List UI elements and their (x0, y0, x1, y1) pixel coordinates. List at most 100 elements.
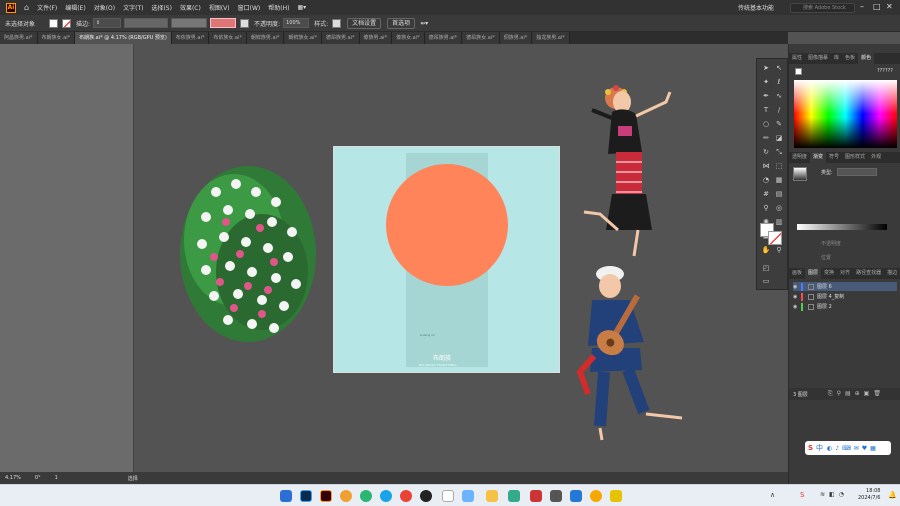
tab-document[interactable]: 朝鲜族男.ai* (246, 32, 285, 44)
tab-transform[interactable]: 变换 (821, 268, 837, 279)
tab-image-trace[interactable]: 图像描摹 (805, 53, 831, 64)
graph-tool-icon[interactable]: ▥ (774, 217, 784, 227)
clock[interactable]: 18:08 2024/7/6 (858, 488, 880, 502)
variable-width-field[interactable] (124, 18, 169, 28)
rotate-tool-icon[interactable]: ↻ (761, 147, 771, 157)
app-icon[interactable] (590, 490, 602, 502)
stroke-color-box[interactable] (768, 231, 782, 245)
tab-document[interactable]: 德昂族男.ai* (424, 32, 463, 44)
tab-layers[interactable]: 图层 (805, 268, 822, 279)
layer-name[interactable]: 图层 6 (817, 283, 832, 290)
male-musician-illustration[interactable] (570, 262, 694, 446)
tab-document[interactable]: 阿昌族男.ai* (0, 32, 38, 44)
screen-mode-icon[interactable]: ▭ (761, 276, 771, 286)
app-icon[interactable] (530, 490, 542, 502)
sogou-icon[interactable]: S (808, 444, 813, 452)
tab-properties[interactable]: 属性 (789, 53, 805, 64)
app-icon[interactable] (508, 490, 520, 502)
type-tool-icon[interactable]: T (761, 105, 771, 115)
paintbrush-icon[interactable]: ✎ (774, 119, 784, 129)
notification-icon[interactable]: 🔔 (888, 491, 897, 499)
tab-artboards[interactable]: 画板 (789, 268, 805, 279)
tab-document[interactable]: 独龙族男.ai* (532, 32, 570, 44)
align-icon[interactable]: ⇹▾ (420, 20, 428, 27)
menu-view[interactable]: 视图(V) (209, 3, 230, 12)
hand-tool-icon[interactable]: ✋ (761, 245, 771, 255)
blend-tool-icon[interactable]: ◎ (774, 203, 784, 213)
brush-field[interactable] (171, 18, 208, 28)
direct-selection-tool-icon[interactable]: ↖ (774, 63, 784, 73)
layer-name[interactable]: 图层 2 (817, 303, 832, 310)
tab-document[interactable]: 布依族女.ai* (209, 32, 247, 44)
menu-type[interactable]: 文字(T) (123, 3, 143, 12)
page-field[interactable]: 1 (55, 475, 58, 481)
tab-transparency[interactable]: 透明度 (789, 152, 810, 163)
width-tool-icon[interactable]: ⋈ (761, 161, 771, 171)
tab-swatches[interactable]: 色板 (842, 53, 858, 64)
tab-document[interactable]: 德昂族男.ai* (321, 32, 360, 44)
arrange-documents-icon[interactable]: ▦▾ (297, 4, 306, 11)
ellipse-tool-icon[interactable]: ○ (761, 119, 771, 129)
search-input[interactable]: 搜索 Adobe Stock (790, 3, 855, 13)
system-tray-icons[interactable]: ≋◧◔ (820, 491, 848, 498)
app-icon[interactable] (550, 490, 562, 502)
tray-chevron-icon[interactable]: ∧ (770, 491, 775, 499)
eyedropper-icon[interactable]: ⚲ (761, 203, 771, 213)
home-icon[interactable]: ⌂ (24, 3, 29, 12)
app-icon[interactable] (610, 490, 622, 502)
wechat-icon[interactable] (360, 490, 372, 502)
menu-select[interactable]: 选择(S) (151, 3, 172, 12)
menu-file[interactable]: 文件(F) (37, 3, 57, 12)
tab-document[interactable]: 德昂族女.ai* (462, 32, 500, 44)
mesh-tool-icon[interactable]: # (761, 189, 771, 199)
layer-name[interactable]: 图层 4_复制 (817, 293, 844, 300)
start-icon[interactable] (280, 490, 292, 502)
female-dancer-illustration[interactable] (578, 82, 682, 262)
tab-document-active[interactable]: 布朗族.ai* @ 4.17% (RGB/GPU 预览) (75, 32, 172, 44)
folder-icon[interactable] (486, 490, 498, 502)
zoom-field[interactable]: 4.17% (5, 475, 21, 481)
tab-symbols[interactable]: 符号 (826, 152, 842, 163)
flower-bouquet-illustration[interactable] (176, 162, 321, 344)
ime-mode[interactable]: 中 (816, 443, 823, 453)
perspective-grid-icon[interactable]: ▦ (774, 175, 784, 185)
color-fill-swatch[interactable] (795, 68, 802, 75)
selection-tool-icon[interactable]: ➤ (761, 63, 771, 73)
pen-tool-icon[interactable]: ✒ (761, 91, 771, 101)
opacity-field[interactable]: 100% (283, 18, 310, 28)
stroke-swatch[interactable] (62, 18, 72, 28)
minimize-icon[interactable]: – (860, 2, 864, 11)
curvature-tool-icon[interactable]: ∿ (774, 91, 784, 101)
app-icon[interactable] (340, 490, 352, 502)
close-icon[interactable]: ✕ (886, 2, 893, 11)
menu-help[interactable]: 帮助(H) (268, 3, 289, 12)
tab-gradient[interactable]: 渐变 (810, 152, 827, 163)
magic-wand-icon[interactable]: ✦ (761, 77, 771, 87)
visibility-eye-icon[interactable]: ◉ (793, 304, 801, 310)
artboard[interactable]: bulang zu 布朗族 BULANGZU TRADITIONAL (333, 146, 560, 373)
gradient-type-buttons[interactable] (837, 168, 877, 176)
color-hex-field[interactable]: ?????? (877, 68, 893, 74)
qq-icon[interactable] (420, 490, 432, 502)
menu-object[interactable]: 对象(O) (94, 3, 115, 12)
gradient-tool-icon[interactable]: ▤ (774, 189, 784, 199)
visibility-eye-icon[interactable]: ◉ (793, 284, 801, 290)
drawing-mode-icon[interactable]: ◰ (761, 263, 771, 273)
tab-document[interactable]: 傣族男.ai* (359, 32, 393, 44)
tab-document[interactable]: 布朗族女.ai* (37, 32, 76, 44)
gradient-slider[interactable] (797, 224, 887, 230)
ime-toolbar[interactable]: S 中 ◐♪⌨✉♥▦ (805, 441, 891, 455)
chrome-icon[interactable] (400, 490, 412, 502)
free-transform-icon[interactable]: ⬚ (774, 161, 784, 171)
layer-row[interactable]: ◉ 图层 4_复制 (793, 292, 897, 301)
tab-stroke[interactable]: 描边 (884, 268, 900, 279)
tab-document[interactable]: 傣族女.ai* (392, 32, 425, 44)
workspace-switcher[interactable]: 传统基本功能 (738, 3, 774, 12)
tab-document[interactable]: 朝鲜族女.ai* (284, 32, 322, 44)
preferences-button[interactable]: 首选项 (387, 17, 416, 29)
file-explorer-icon[interactable] (462, 490, 474, 502)
rotation-field[interactable]: 0° (35, 475, 41, 481)
menu-window[interactable]: 窗口(W) (238, 3, 261, 12)
ime-tools-icons[interactable]: ◐♪⌨✉♥▦ (827, 445, 879, 452)
brush-definition[interactable] (210, 18, 237, 28)
